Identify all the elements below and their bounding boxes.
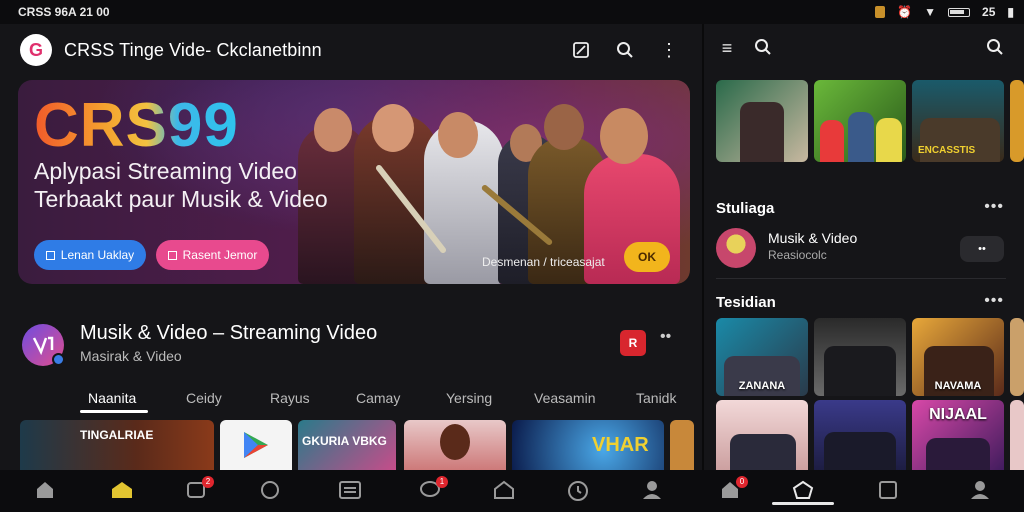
- status-time: CRSS 96A 21 00: [18, 5, 110, 19]
- featured-thumbnail[interactable]: [716, 80, 808, 162]
- video-thumbnail-row: TINGALRIAE GKURIA VBKG VHAR: [0, 420, 702, 470]
- banner-tagline-2: Terbaakt paur Musik & Video: [34, 186, 328, 212]
- profile-icon[interactable]: [968, 480, 992, 502]
- section-title-1: Stuliaga: [716, 200, 775, 217]
- search-icon[interactable]: [752, 38, 774, 60]
- video-thumbnail[interactable]: VHAR: [512, 420, 664, 470]
- square-icon[interactable]: [876, 480, 900, 502]
- verified-icon: [52, 353, 65, 366]
- wifi-icon: ▼: [924, 5, 937, 19]
- grid-thumbnail[interactable]: NAVAMA: [912, 318, 1004, 396]
- shop-icon[interactable]: 0: [718, 476, 748, 502]
- notification-icon: [875, 6, 886, 18]
- app-root: CRSS 96A 21 00 ⏰ ▼ 25 ▮ G CRSS Tinge Vid…: [0, 0, 1024, 512]
- grid-thumbnail[interactable]: [716, 400, 808, 478]
- more-vert-icon[interactable]: ⋮: [658, 39, 680, 61]
- battery-icon: [948, 7, 971, 17]
- item-title: Musik & Video: [768, 230, 858, 246]
- more-horiz-icon[interactable]: ••: [660, 328, 671, 346]
- more-horiz-icon[interactable]: •••: [984, 292, 1004, 310]
- grid-thumbnail[interactable]: NIJAAL: [912, 400, 1004, 478]
- featured-row: ENCASSTIS: [716, 80, 1024, 162]
- explore-icon[interactable]: [258, 480, 282, 502]
- banner-primary-button[interactable]: Lenan Uaklay: [34, 240, 146, 270]
- notification-badge: 2: [202, 476, 214, 488]
- channel-action-button[interactable]: R: [620, 330, 646, 356]
- video-thumbnail[interactable]: GKURIA VBKG: [298, 420, 396, 470]
- video-thumbnail[interactable]: [670, 420, 694, 470]
- featured-thumbnail[interactable]: [814, 80, 906, 162]
- bottom-navigation: 2 1 0: [0, 470, 1024, 512]
- house-icon[interactable]: [492, 480, 516, 502]
- video-thumbnail[interactable]: [404, 420, 506, 470]
- tab-yersing[interactable]: Yersing: [446, 390, 492, 406]
- section-title-2: Tesidian: [716, 294, 776, 311]
- video-thumbnail[interactable]: TINGALRIAE: [20, 420, 214, 470]
- banner-caption: Desmenan / triceasajat: [482, 255, 605, 269]
- grid-thumbnail[interactable]: [814, 318, 906, 396]
- profile-icon[interactable]: [640, 480, 664, 502]
- app-logo[interactable]: G: [20, 34, 52, 66]
- channel-title: Musik & Video – Streaming Video: [80, 322, 378, 344]
- item-avatar: [716, 228, 756, 268]
- right-pane: ≡ ENCASSTIS Stuliaga ••• Musik & Video R…: [704, 24, 1024, 478]
- featured-thumbnail[interactable]: ENCASSTIS: [912, 80, 1004, 162]
- home-indicator: [772, 502, 834, 505]
- channel-subtitle: Masirak & Video: [80, 348, 182, 364]
- search-icon[interactable]: [614, 39, 636, 61]
- status-bar: CRSS 96A 21 00 ⏰ ▼ 25 ▮: [0, 0, 1024, 24]
- grid-thumbnail[interactable]: ZANANA: [716, 318, 808, 396]
- square-icon: [167, 250, 177, 260]
- video-grid-row-2: NIJAAL: [716, 400, 1024, 478]
- chat-icon[interactable]: 1: [418, 476, 448, 502]
- banner-brand: CRS99: [34, 91, 239, 160]
- history-icon[interactable]: [566, 480, 590, 502]
- item-action-button[interactable]: ••: [960, 236, 1004, 262]
- left-pane: G CRSS Tinge Vide- Ckclanetbinn ⋮ CRS99 …: [0, 24, 702, 470]
- app-bar: G CRSS Tinge Vide- Ckclanetbinn ⋮: [0, 24, 702, 76]
- list-icon[interactable]: [338, 480, 362, 502]
- notification-badge: 0: [736, 476, 748, 488]
- active-tab-indicator: [80, 410, 148, 413]
- tab-camay[interactable]: Camay: [356, 390, 400, 406]
- item-subtitle: Reasiocolc: [768, 248, 827, 262]
- banner-pill-button[interactable]: OK: [624, 242, 670, 272]
- app-title: CRSS Tinge Vide- Ckclanetbinn: [64, 39, 322, 60]
- battery-level: 25: [982, 5, 996, 19]
- hero-banner[interactable]: CRS99 Aplypasi Streaming Video Terbaakt …: [18, 80, 690, 284]
- grid-thumbnail[interactable]: [814, 400, 906, 478]
- category-tabs: Naanita Ceidy Rayus Camay Yersing Veasam…: [0, 386, 702, 418]
- pentagon-home-icon[interactable]: [791, 480, 815, 502]
- signal-icon: ▮: [1007, 5, 1014, 19]
- notification-badge: 1: [436, 476, 448, 488]
- square-icon: [45, 250, 55, 260]
- library-icon[interactable]: 2: [184, 476, 214, 502]
- tab-ceidy[interactable]: Ceidy: [186, 390, 222, 406]
- more-horiz-icon[interactable]: •••: [984, 198, 1004, 216]
- divider: [716, 278, 1006, 279]
- search-icon[interactable]: [984, 38, 1006, 60]
- banner-secondary-button[interactable]: Rasent Jemor: [156, 240, 269, 270]
- tab-veasamin[interactable]: Veasamin: [534, 390, 595, 406]
- banner-tagline-1: Aplypasi Streaming Video: [34, 158, 297, 184]
- channel-header: Musik & Video – Streaming Video Masirak …: [0, 320, 702, 380]
- right-app-bar: ≡: [704, 24, 1024, 76]
- video-grid-row-1: ZANANA NAVAMA: [716, 318, 1024, 396]
- cast-icon[interactable]: [570, 39, 592, 61]
- tab-tanidk[interactable]: Tanidk: [636, 390, 676, 406]
- alarm-icon: ⏰: [897, 5, 913, 19]
- tab-rayus[interactable]: Rayus: [270, 390, 310, 406]
- grid-thumbnail[interactable]: [1010, 318, 1024, 396]
- featured-thumbnail[interactable]: [1010, 80, 1024, 162]
- channel-avatar[interactable]: [22, 324, 65, 366]
- tab-naanita[interactable]: Naanita: [88, 390, 136, 406]
- grid-thumbnail[interactable]: [1010, 400, 1024, 478]
- list-item[interactable]: Musik & Video Reasiocolc ••: [716, 226, 1016, 272]
- home-active-icon[interactable]: [110, 480, 134, 502]
- menu-icon[interactable]: ≡: [716, 38, 738, 60]
- home-icon[interactable]: [33, 480, 57, 502]
- play-store-thumbnail[interactable]: [220, 420, 292, 470]
